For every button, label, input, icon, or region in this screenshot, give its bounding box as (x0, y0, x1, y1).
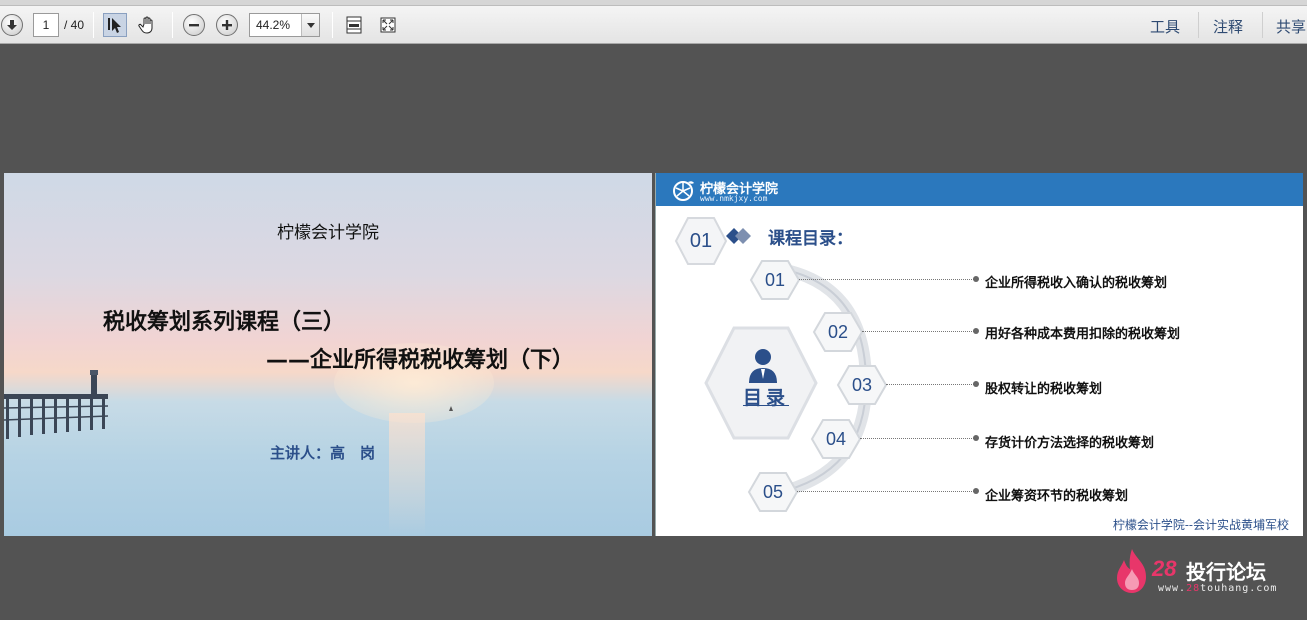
pier-image (4, 370, 109, 439)
plus-icon (216, 14, 238, 36)
leader-line (860, 438, 974, 439)
watermark-number: 28 (1152, 556, 1177, 581)
menu-separator (1262, 12, 1263, 38)
bullet-dot (973, 328, 979, 334)
chevron-down-icon[interactable] (301, 14, 319, 36)
toc-item-number: 01 (764, 269, 786, 290)
zoom-select[interactable]: 44.2% (249, 13, 320, 37)
hand-tool-button[interactable] (136, 13, 160, 37)
toc-item-text: 企业所得税收入确认的税收筹划 (985, 276, 1168, 291)
minus-icon (183, 14, 205, 36)
bullet-dot (973, 435, 979, 441)
sun-reflection (389, 413, 425, 536)
sailboat-icon (449, 406, 453, 411)
select-tool-button[interactable] (103, 13, 127, 37)
page-total: / 40 (64, 18, 85, 32)
menu-tools[interactable]: 工具 (1150, 16, 1180, 37)
toolbar-top-strip (0, 0, 1307, 6)
leader-line (799, 279, 974, 280)
slide-2[interactable]: 柠檬会计学院 www.nmkjxy.com 01 课程目录： 目录 01 02 … (655, 173, 1303, 536)
toolbar: 1 / 40 44.2% 工具 注释 共享 (0, 0, 1307, 44)
menu-share[interactable]: 共享 (1276, 16, 1306, 37)
course-subtitle: ——企业所得税税收筹划（下） (266, 348, 575, 373)
slide-1[interactable]: 柠檬会计学院 税收筹划系列课程（三） ——企业所得税税收筹划（下） 主讲人：高 … (4, 173, 652, 536)
toc-item-number: 03 (851, 374, 873, 395)
menu-comment[interactable]: 注释 (1213, 16, 1243, 37)
hand-icon (138, 16, 153, 34)
arrow-down-icon (1, 14, 23, 36)
next-page-button[interactable] (1, 13, 23, 37)
watermark-text: 投行论坛 (1186, 560, 1266, 584)
zoom-in-button[interactable] (216, 13, 238, 37)
toc-item-text: 股权转让的税收筹划 (985, 382, 1103, 397)
toolbar-separator (332, 12, 333, 38)
bullet-dot (973, 276, 979, 282)
zoom-value: 44.2% (256, 18, 291, 32)
leader-line (886, 384, 974, 385)
toolbar-separator (172, 12, 173, 38)
school-name: 柠檬会计学院 (277, 223, 379, 243)
lecturer: 主讲人：高 岗 (270, 444, 376, 462)
flame-logo-icon (1117, 549, 1146, 593)
course-title: 税收筹划系列课程（三） (103, 310, 346, 335)
watermark-url-mid: 28 (1186, 583, 1201, 594)
watermark-url: www.28touhang.com (1158, 583, 1277, 594)
toc-item-text: 存货计价方法选择的税收筹划 (985, 436, 1155, 451)
toc-item-number: 04 (825, 428, 847, 449)
toc-item-text: 用好各种成本费用扣除的税收筹划 (985, 327, 1181, 342)
toc-item-number: 05 (762, 481, 784, 502)
menu-separator (1198, 12, 1199, 38)
zoom-out-button[interactable] (183, 13, 205, 37)
watermark-url-prefix: www. (1158, 583, 1187, 594)
fit-width-button[interactable] (342, 13, 366, 37)
page-number-input[interactable]: 1 (33, 13, 59, 37)
watermark-url-suffix: touhang.com (1200, 583, 1278, 594)
toolbar-separator (93, 12, 94, 38)
bullet-dot (973, 488, 979, 494)
leader-line (797, 491, 974, 492)
leader-line (862, 331, 974, 332)
fit-page-icon (346, 16, 362, 34)
expand-icon (380, 17, 396, 33)
toc-item-text: 企业筹资环节的税收筹划 (985, 489, 1129, 504)
cursor-icon (108, 18, 121, 33)
bullet-dot (973, 381, 979, 387)
slide-footer: 柠檬会计学院--会计实战黄埔军校 (1112, 518, 1289, 532)
full-screen-button[interactable] (376, 13, 400, 37)
toc-item-number: 02 (827, 321, 849, 342)
